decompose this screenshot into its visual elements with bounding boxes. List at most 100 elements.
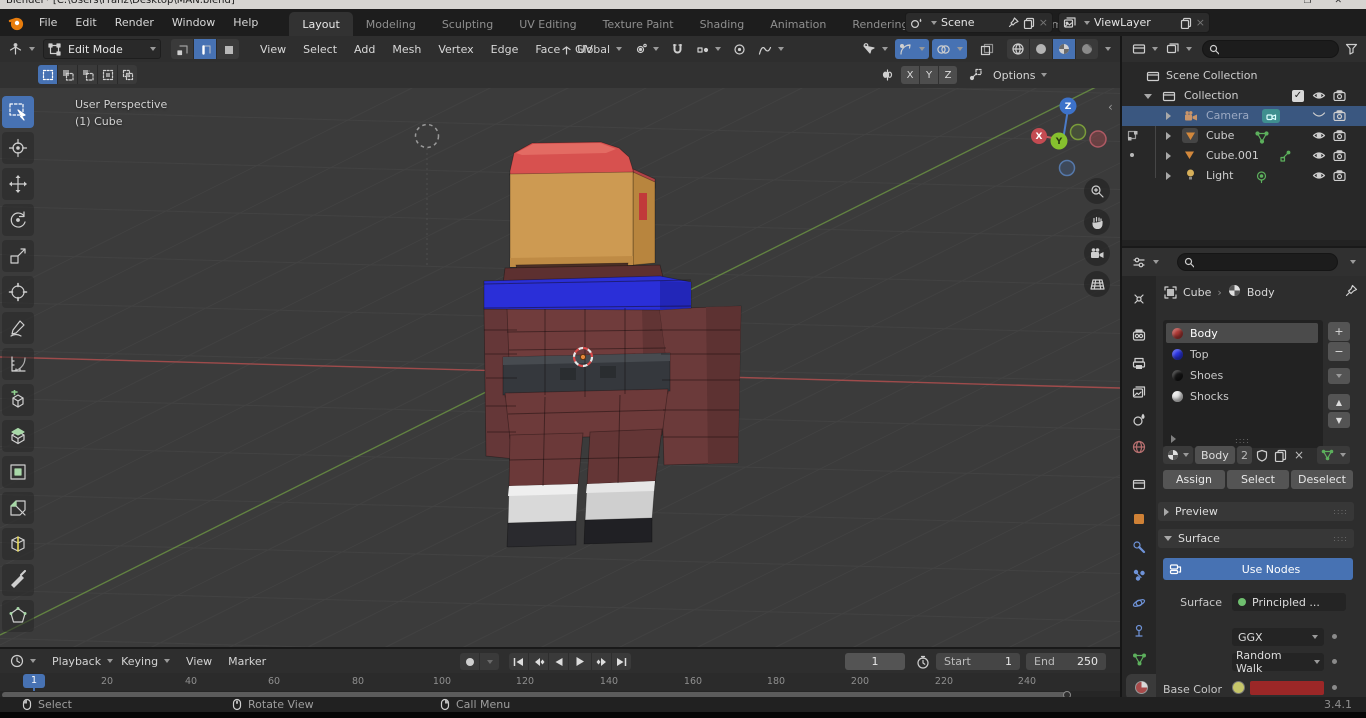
subsurface-method-dropdown[interactable]: Random Walk <box>1232 649 1324 675</box>
vertex-select-button[interactable] <box>171 39 193 59</box>
blender-logo-icon[interactable] <box>8 15 24 31</box>
keying-set-chevron[interactable] <box>480 653 499 670</box>
sidebar-collapse-arrow[interactable]: ‹ <box>1108 100 1113 114</box>
jump-to-start-button[interactable] <box>509 653 528 670</box>
camera-visibility-icon[interactable] <box>1333 110 1346 121</box>
edge-select-button[interactable] <box>194 39 216 59</box>
camera-visibility-icon[interactable] <box>1333 90 1346 101</box>
shading-material-button[interactable] <box>1053 39 1075 59</box>
pan-button[interactable] <box>1084 209 1110 235</box>
camera-visibility-icon[interactable] <box>1333 170 1346 181</box>
workspace-tab-uv-editing[interactable]: UV Editing <box>506 12 589 36</box>
scene-name[interactable]: Scene <box>941 16 1004 29</box>
animate-dot[interactable] <box>1332 634 1337 639</box>
list-filter-expand-icon[interactable] <box>1171 435 1176 443</box>
mirror-y-button[interactable]: Y <box>920 66 938 84</box>
mirror-z-button[interactable]: Z <box>939 66 957 84</box>
select-intersect-button[interactable] <box>118 65 137 84</box>
camera-visibility-icon[interactable] <box>1333 130 1346 141</box>
outliner-row-light[interactable]: Light <box>1122 166 1366 186</box>
orientation-dropdown[interactable]: Global <box>556 39 626 59</box>
tab-output[interactable] <box>1122 350 1156 376</box>
view-menu[interactable]: View <box>182 651 216 671</box>
slot-specials-button[interactable] <box>1328 368 1350 384</box>
tab-collection[interactable] <box>1122 470 1156 496</box>
character-model[interactable] <box>483 141 742 548</box>
remove-viewlayer-icon[interactable]: × <box>1196 16 1205 29</box>
options-dropdown[interactable]: Options <box>989 65 1051 85</box>
expand-arrow-icon[interactable] <box>1166 172 1171 180</box>
unlink-material-icon[interactable]: × <box>1291 448 1307 462</box>
tab-object-data[interactable] <box>1122 646 1156 672</box>
record-button[interactable] <box>460 653 479 670</box>
viewport-3d[interactable]: Z X Y X Y Z Options User Perspective (1)… <box>0 62 1120 647</box>
tab-modifiers[interactable] <box>1122 534 1156 560</box>
tab-particles[interactable] <box>1122 562 1156 588</box>
workspace-tab-animation[interactable]: Animation <box>757 12 839 36</box>
timeline-ruler[interactable]: 20 40 60 80 100 120 140 160 180 200 220 … <box>0 673 1120 696</box>
next-keyframe-button[interactable] <box>592 653 611 670</box>
menu-edit[interactable]: Edit <box>66 9 105 36</box>
animate-dot[interactable] <box>1332 659 1337 664</box>
menu-mesh[interactable]: Mesh <box>385 38 428 60</box>
new-material-icon[interactable] <box>1272 449 1289 462</box>
outliner-display-mode-dropdown[interactable] <box>1128 39 1162 59</box>
eye-icon[interactable] <box>1312 90 1326 101</box>
menu-edge[interactable]: Edge <box>484 38 526 60</box>
surface-panel-header[interactable]: Surface :::: <box>1158 529 1354 548</box>
mesh-data-icon[interactable] <box>1254 130 1270 144</box>
unlink-scene-icon[interactable]: × <box>1039 16 1048 29</box>
jump-to-end-button[interactable] <box>612 653 631 670</box>
outliner-filter-dropdown[interactable] <box>1162 39 1196 59</box>
outliner-search[interactable] <box>1202 40 1339 58</box>
properties-options-chevron[interactable] <box>1350 260 1356 264</box>
expand-arrow-icon[interactable] <box>1166 152 1171 160</box>
menu-help[interactable]: Help <box>224 9 267 36</box>
outliner-search-input[interactable] <box>1222 42 1332 56</box>
checkbox-icon[interactable]: ✓ <box>1292 90 1304 102</box>
start-frame-field[interactable]: Start 1 <box>936 653 1020 670</box>
stopwatch-icon[interactable] <box>916 655 930 669</box>
viewlayer-selector[interactable]: ViewLayer × <box>1058 12 1210 33</box>
play-reverse-button[interactable] <box>549 653 568 670</box>
mirror-x-button[interactable]: X <box>901 66 919 84</box>
expand-arrow-icon[interactable] <box>1166 112 1171 120</box>
filter-funnel-icon[interactable] <box>1345 43 1358 55</box>
snap-to-self-icon[interactable] <box>968 68 983 82</box>
pin-id-icon[interactable] <box>1345 284 1358 297</box>
camera-visibility-icon[interactable] <box>1333 150 1346 161</box>
overlays-dropdown[interactable] <box>932 39 967 59</box>
gizmos-dropdown[interactable] <box>895 39 929 59</box>
browse-material-button[interactable] <box>1163 446 1193 464</box>
select-invert-button[interactable] <box>98 65 117 84</box>
camera-view-button[interactable] <box>1084 240 1110 266</box>
assign-button[interactable]: Assign <box>1163 470 1225 489</box>
tool-loop-cut[interactable] <box>2 528 34 560</box>
tool-transform[interactable] <box>2 276 34 308</box>
tool-bevel[interactable] <box>2 492 34 524</box>
slot-move-down-button[interactable]: ▼ <box>1328 412 1350 428</box>
tab-render[interactable] <box>1122 322 1156 348</box>
remove-slot-button[interactable]: − <box>1328 342 1350 361</box>
breadcrumb-data[interactable]: Body <box>1247 286 1275 299</box>
use-nodes-button[interactable]: Use Nodes <box>1163 558 1353 580</box>
properties-search-input[interactable] <box>1197 255 1331 269</box>
select-extend-button[interactable] <box>58 65 77 84</box>
shading-rendered-button[interactable] <box>1076 39 1098 59</box>
tool-add-cube[interactable] <box>2 384 34 416</box>
slot-move-up-button[interactable]: ▲ <box>1328 394 1350 410</box>
pivot-dropdown[interactable] <box>630 39 663 59</box>
tool-annotate[interactable] <box>2 312 34 344</box>
slot-body[interactable]: Body <box>1166 323 1318 343</box>
menu-select[interactable]: Select <box>296 38 344 60</box>
tool-poly-build[interactable] <box>2 600 34 632</box>
tool-select-box[interactable] <box>2 96 34 128</box>
properties-editor-type-button[interactable] <box>1128 252 1163 272</box>
proportional-editing-toggle[interactable] <box>729 39 750 59</box>
tool-cursor[interactable] <box>2 132 34 164</box>
navigation-gizmo[interactable]: Z X Y <box>1031 97 1107 177</box>
slot-shocks[interactable]: Shocks <box>1166 386 1318 406</box>
material-users-button[interactable]: 2 <box>1237 446 1252 464</box>
light-data-icon[interactable] <box>1254 170 1269 184</box>
play-button[interactable] <box>569 653 591 670</box>
